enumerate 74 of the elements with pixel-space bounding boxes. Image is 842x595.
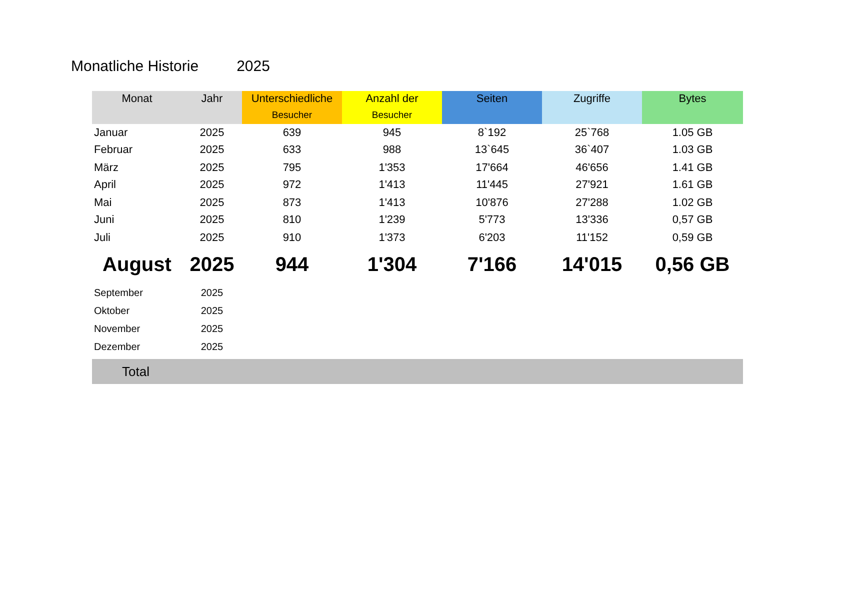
table-cell-text: 10'876 — [474, 196, 510, 211]
table-cell-text: 8`192 — [476, 126, 508, 141]
table-cell-text: 1.05 GB — [671, 126, 714, 141]
table-cell-text: 2025 — [198, 230, 226, 246]
column-header: Anzahl der Besucher — [342, 91, 442, 124]
table-cell-text: Dezember — [93, 341, 142, 355]
table-cell-text: 1'304 — [366, 253, 418, 278]
table-cell-text: Mai — [93, 196, 113, 211]
table-cell-text: Februar — [93, 143, 134, 158]
table-cell-text: 1.41 GB — [671, 160, 714, 176]
table-cell-text: 11'152 — [575, 230, 609, 246]
table-cell-text: 1.02 GB — [671, 196, 714, 211]
table-cell-text: 945 — [382, 126, 402, 141]
table-cell-text: 13'336 — [574, 213, 610, 228]
column-header: Seiten — [442, 91, 542, 124]
report-year: 2025 — [236, 58, 270, 75]
column-header: Jahr — [182, 91, 242, 124]
table-cell-text: 2025 — [200, 305, 224, 319]
table-cell-text: 633 — [282, 143, 302, 158]
table-cell-text: 2025 — [198, 196, 226, 211]
table-cell-text: 27'921 — [574, 178, 610, 194]
column-header: Bytes — [642, 91, 743, 124]
table-cell-text: 972 — [282, 178, 302, 194]
table-cell-text: 1.61 GB — [671, 178, 714, 194]
table-cell-text: 36`407 — [574, 143, 610, 158]
table-cell-text: 2025 — [188, 253, 236, 278]
table-cell-text: 639 — [282, 126, 302, 141]
table-cell-text: 1'413 — [378, 196, 406, 211]
table-cell-text: 795 — [282, 160, 302, 176]
table-cell-text: Juni — [93, 213, 116, 228]
table-cell-text: 0,59 GB — [671, 230, 714, 246]
table-cell-text: November — [93, 323, 142, 337]
table-cell-text: 6'203 — [478, 230, 506, 246]
table-cell-text: 2025 — [200, 323, 224, 337]
table-cell-text: August — [102, 253, 172, 278]
table-cell-text: 0,57 GB — [671, 213, 714, 228]
table-cell-text: April — [93, 178, 118, 194]
table-cell-text: 13`645 — [474, 143, 510, 158]
table-cell-text: 2025 — [198, 213, 226, 228]
table-cell-text: 2025 — [200, 341, 224, 355]
table-cell-text: 1'413 — [378, 178, 406, 194]
table-cell-text: 27'288 — [574, 196, 610, 211]
table-cell-text: Juli — [93, 230, 112, 246]
table-cell-text: 2025 — [198, 160, 226, 176]
total-row: Total — [92, 358, 743, 384]
table-cell-text: 2025 — [198, 178, 226, 194]
table-cell-text: 2025 — [200, 287, 224, 301]
table-cell-text: September — [93, 287, 144, 301]
table-cell-text: 910 — [282, 230, 302, 246]
table-cell-text: 873 — [282, 196, 302, 211]
table-cell-text: 2025 — [198, 143, 226, 158]
table-cell-text: Oktober — [93, 305, 131, 319]
table-cell-text: 1'353 — [378, 160, 406, 176]
table-cell-text: 0,56 GB — [654, 253, 731, 278]
table-cell-text: 25`768 — [574, 126, 610, 141]
table-cell-text: 1'373 — [378, 230, 406, 246]
table-cell-text: 810 — [282, 213, 302, 228]
column-header: Unterschiedliche Besucher — [242, 91, 342, 124]
column-header: Zugriffe — [542, 91, 642, 124]
table-cell-text: März — [93, 160, 120, 176]
table-cell-text: Januar — [93, 126, 129, 141]
table-cell-text: 5'773 — [478, 213, 506, 228]
table-cell-text: 2025 — [198, 126, 226, 141]
table-cell-text: 7'166 — [466, 253, 518, 278]
table-cell-text: 944 — [274, 253, 310, 278]
table-cell-text: 14'015 — [560, 253, 624, 278]
table-cell-text: 988 — [382, 143, 402, 158]
table-cell-text: 1'239 — [378, 213, 406, 228]
report-title: Monatliche Historie — [71, 58, 199, 75]
table-cell-text: 1.03 GB — [671, 143, 714, 158]
table-cell-text: 46'656 — [574, 160, 610, 176]
column-header: Monat — [92, 91, 182, 124]
table-cell-text: 11'445 — [475, 178, 509, 194]
table-cell-text: 17'664 — [474, 160, 510, 176]
